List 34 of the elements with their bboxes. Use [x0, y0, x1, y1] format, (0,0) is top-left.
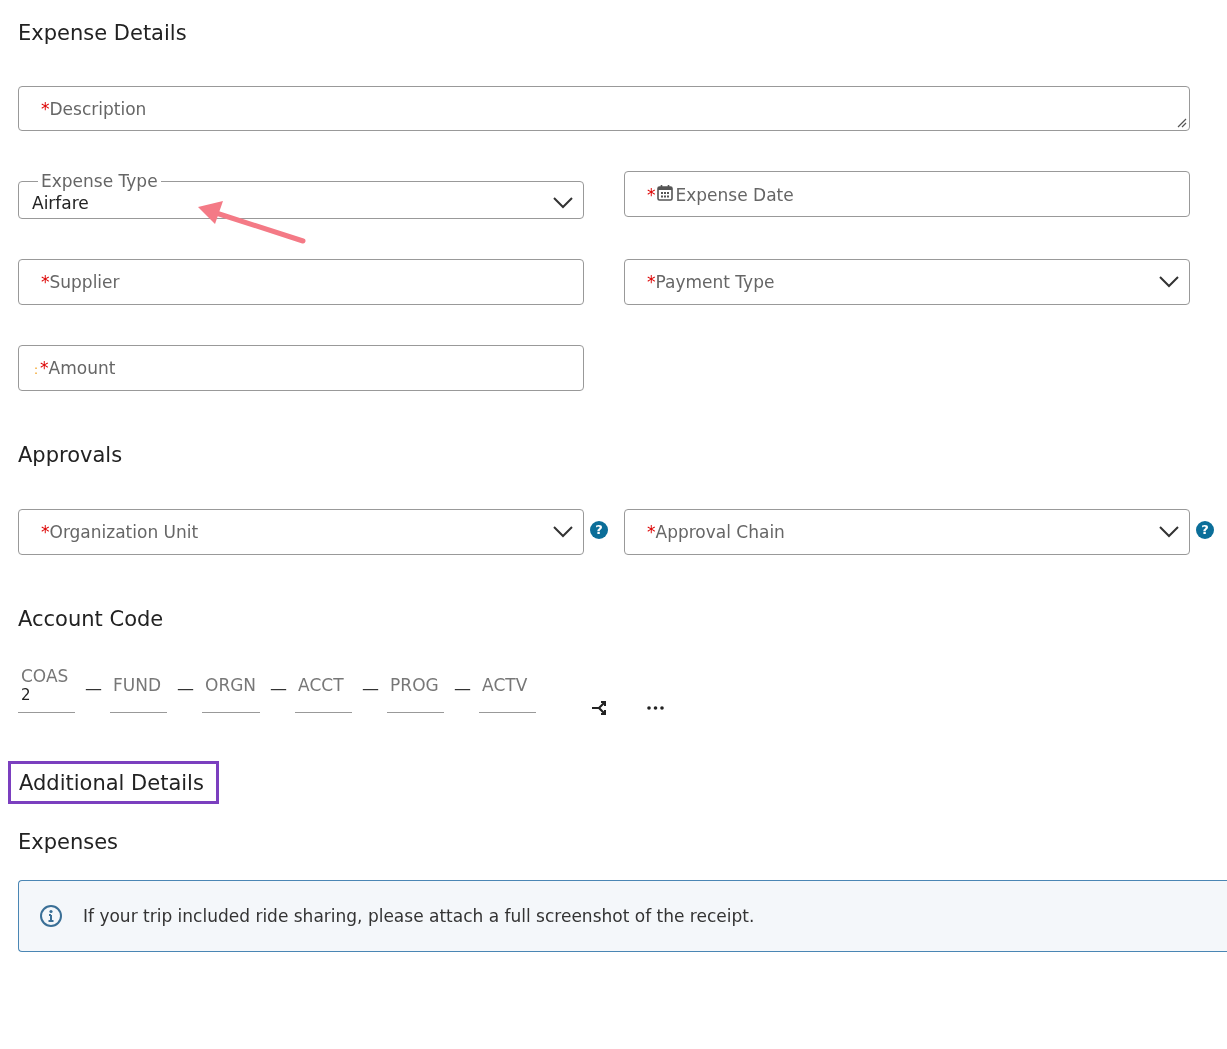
- code-segment-field[interactable]: ORGN: [202, 675, 261, 713]
- chevron-down-icon: [553, 196, 573, 209]
- notice-text: If your trip included ride sharing, please attach a full screenshot of the receipt.: [83, 906, 755, 926]
- resize-grip-icon[interactable]: [1177, 118, 1187, 128]
- dropdown-field[interactable]: *Payment Type: [624, 259, 1190, 305]
- code-segment-field[interactable]: PROG: [387, 675, 445, 713]
- code-segment-field[interactable]: ACCT: [295, 675, 353, 713]
- chevron-down-icon: [1159, 276, 1179, 288]
- help-icon[interactable]: ?: [590, 521, 608, 539]
- dropdown-field[interactable]: *Approval Chain: [624, 509, 1190, 555]
- code-segment-field[interactable]: FUND: [110, 675, 167, 713]
- separator-dash: —: [177, 678, 194, 698]
- code-segment-field[interactable]: COAS 2: [18, 666, 75, 713]
- text-field[interactable]: *Supplier: [18, 259, 584, 305]
- section-heading: Additional Details: [19, 771, 204, 795]
- code-segment-field[interactable]: ACTV: [479, 675, 537, 713]
- info-icon: [39, 904, 63, 928]
- section-heading: Expense Details: [18, 21, 187, 45]
- chevron-down-icon: [553, 526, 573, 538]
- more-icon[interactable]: [647, 706, 665, 710]
- date-field[interactable]: * Expense Date: [624, 171, 1190, 217]
- description-field[interactable]: *Description: [18, 86, 1190, 131]
- separator-dash: —: [270, 678, 288, 698]
- separator-dash: —: [85, 678, 102, 698]
- section-heading: Expenses: [18, 830, 119, 854]
- separator-dash: —: [454, 678, 472, 698]
- chevron-down-icon: [1159, 526, 1179, 538]
- dropdown-field[interactable]: *Organization Unit: [18, 509, 584, 555]
- section-heading: Account Code: [18, 607, 164, 631]
- text-field[interactable]: :*Amount: [18, 345, 584, 391]
- help-icon[interactable]: ?: [1196, 521, 1214, 539]
- section-heading: Approvals: [18, 443, 123, 467]
- separator-dash: —: [362, 678, 380, 698]
- calendar-icon: [656, 183, 673, 201]
